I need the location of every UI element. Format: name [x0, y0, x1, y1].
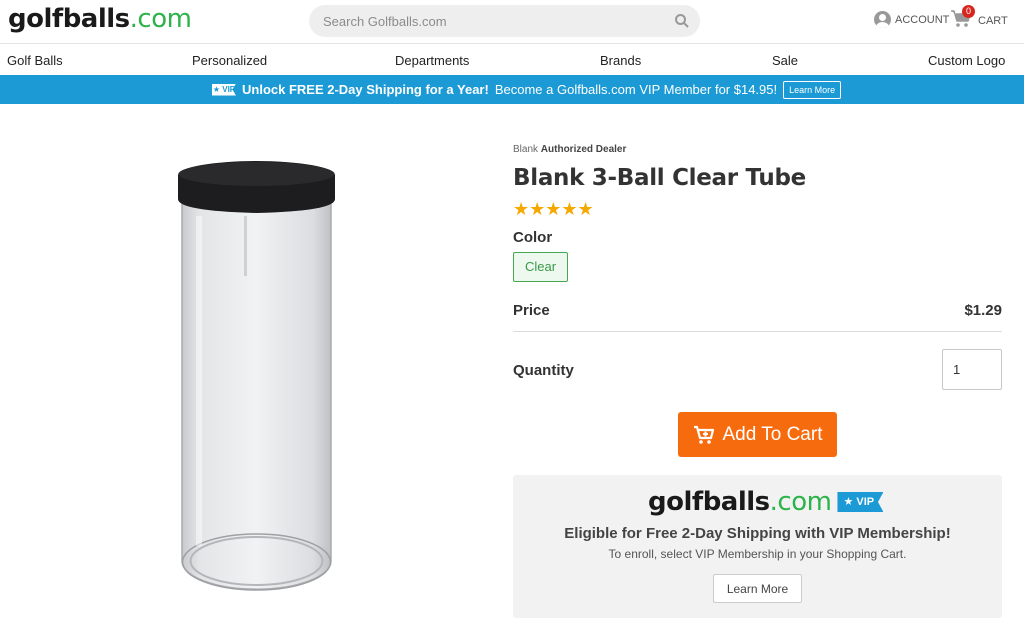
main-nav: Golf Balls Personalized Departments Bran… — [0, 45, 1024, 75]
account-label: ACCOUNT — [895, 13, 950, 26]
cart-icon: 0 — [950, 5, 975, 28]
authorized-dealer-label: Authorized Dealer — [540, 144, 627, 155]
color-label: Color — [513, 229, 553, 246]
vip-logo: golfballs .com ★ VIP — [648, 487, 884, 517]
promo-text: Become a Golfballs.com VIP Member for $1… — [494, 82, 778, 97]
product-image[interactable] — [178, 161, 335, 597]
vip-logo-text-domain: .com — [769, 487, 832, 517]
logo-text-domain: .com — [129, 4, 192, 34]
price-value: $1.29 — [964, 302, 1002, 319]
vip-logo-text-primary: golfballs — [648, 487, 770, 517]
cart-link[interactable]: 0 CART — [950, 5, 1008, 28]
add-to-cart-button[interactable]: Add To Cart — [678, 412, 837, 457]
account-link[interactable]: ACCOUNT — [874, 11, 949, 28]
vip-flag-badge: ★ VIP — [837, 492, 884, 512]
nav-item-personalized[interactable]: Personalized — [192, 53, 267, 68]
search-bar — [309, 5, 700, 37]
quantity-input[interactable] — [942, 349, 1002, 390]
nav-item-brands[interactable]: Brands — [600, 53, 641, 68]
account-icon — [874, 11, 891, 28]
brand-name[interactable]: Blank — [513, 144, 538, 155]
logo-text-primary: golfballs — [8, 4, 130, 34]
search-icon[interactable] — [674, 13, 690, 29]
divider — [513, 331, 1002, 332]
add-to-cart-label: Add To Cart — [722, 423, 823, 445]
cart-plus-icon — [693, 425, 714, 444]
rating-stars[interactable]: ★★★★★ — [513, 200, 594, 218]
color-option-clear[interactable]: Clear — [513, 252, 568, 282]
nav-item-golf-balls[interactable]: Golf Balls — [7, 53, 63, 68]
price-label: Price — [513, 302, 550, 319]
vip-badge: ★ VIP — [212, 83, 236, 96]
vip-learn-more-button[interactable]: Learn More — [713, 574, 802, 603]
vip-headline: Eligible for Free 2-Day Shipping with VI… — [564, 525, 951, 542]
product-title: Blank 3-Ball Clear Tube — [513, 165, 806, 191]
quantity-label: Quantity — [513, 362, 574, 379]
promo-learn-more-button[interactable]: Learn More — [783, 80, 842, 99]
nav-item-sale[interactable]: Sale — [772, 53, 798, 68]
vip-subline: To enroll, select VIP Membership in your… — [608, 547, 907, 561]
promo-headline: Unlock FREE 2-Day Shipping for a Year! — [242, 82, 489, 97]
cart-count-badge: 0 — [962, 5, 975, 18]
cart-label: CART — [978, 15, 1008, 27]
site-header: golfballs.com ACCOUNT 0 CART — [0, 0, 1024, 44]
site-logo[interactable]: golfballs.com — [8, 4, 192, 34]
search-input[interactable] — [323, 5, 663, 37]
star-rating-icons: ★★★★★ — [513, 199, 594, 219]
brand-dealer-line: Blank Authorized Dealer — [513, 144, 626, 155]
promo-banner[interactable]: ★ VIP Unlock FREE 2-Day Shipping for a Y… — [0, 75, 1024, 104]
vip-membership-box: golfballs .com ★ VIP Eligible for Free 2-… — [513, 475, 1002, 618]
nav-item-departments[interactable]: Departments — [395, 53, 469, 68]
nav-item-custom-logo[interactable]: Custom Logo — [928, 53, 1005, 68]
